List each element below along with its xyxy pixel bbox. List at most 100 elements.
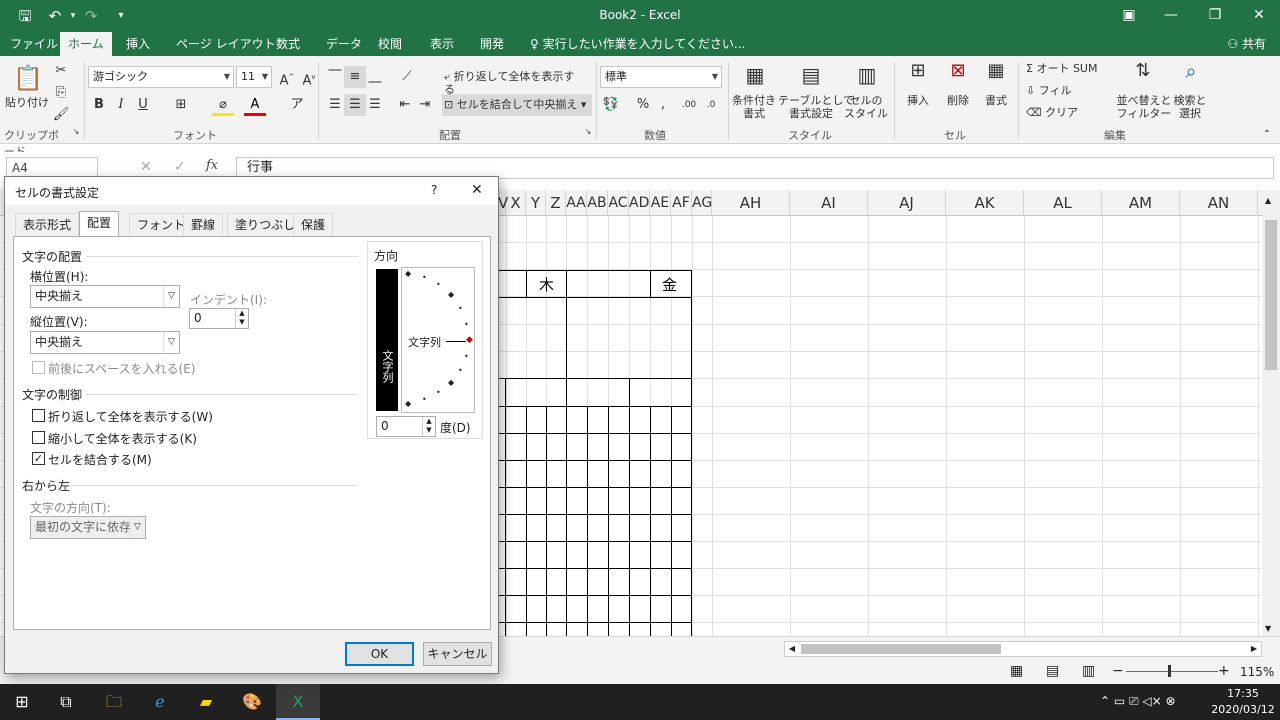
page-break-view-icon[interactable]: ▥ bbox=[1082, 663, 1095, 679]
column-header[interactable]: AF bbox=[671, 190, 692, 216]
file-explorer-icon[interactable]: 🗀 bbox=[92, 684, 136, 720]
tab-border[interactable]: 罫線 bbox=[183, 213, 224, 236]
column-header[interactable]: AL bbox=[1024, 190, 1102, 216]
column-header[interactable]: X bbox=[506, 190, 526, 216]
format-cells-icon[interactable]: ▦ bbox=[982, 60, 1010, 90]
orientation-dial[interactable]: ◆ • • ◆ • • 文字列 ◆ • • ◆ • • ◆ bbox=[401, 267, 475, 413]
zoom-in-icon[interactable]: + bbox=[1218, 663, 1230, 679]
column-header[interactable]: AC bbox=[608, 190, 629, 216]
number-format-select[interactable]: 標準 ▼ bbox=[600, 66, 722, 88]
column-header[interactable]: AE bbox=[650, 190, 671, 216]
font-color-icon[interactable]: A bbox=[244, 94, 266, 116]
scroll-left-icon[interactable]: ◀ bbox=[785, 642, 799, 656]
column-header[interactable]: AM bbox=[1102, 190, 1180, 216]
orientation-icon[interactable]: ⟋ bbox=[396, 66, 418, 88]
align-bottom-icon[interactable]: ⎽ bbox=[364, 66, 386, 88]
sort-filter-icon[interactable]: ⇅ bbox=[1128, 60, 1158, 90]
column-header[interactable]: AG bbox=[692, 190, 712, 216]
dialog-close-icon[interactable]: ✕ bbox=[471, 182, 483, 198]
accounting-format-icon[interactable]: 💱 bbox=[600, 94, 622, 116]
tab-insert[interactable]: 挿入 bbox=[120, 32, 156, 56]
cell-styles-icon[interactable]: ▥ bbox=[852, 60, 882, 90]
close-window-icon[interactable]: ✕ bbox=[1238, 0, 1280, 32]
dial-handle-icon[interactable]: ◆ bbox=[466, 335, 473, 345]
indent-spinner[interactable]: 0 ▲ ▼ bbox=[189, 308, 249, 329]
merge-cells-label[interactable]: セルを結合する(M) bbox=[48, 451, 152, 468]
insert-cells-icon[interactable]: ⊞ bbox=[904, 60, 932, 90]
vertical-text-button[interactable]: 文字列 bbox=[376, 269, 398, 411]
decrease-indent-icon[interactable]: ⇤ bbox=[394, 94, 416, 116]
tab-page-layout[interactable]: ページ レイアウト bbox=[170, 32, 282, 56]
align-top-icon[interactable]: ⎺ bbox=[324, 66, 346, 88]
sort-filter-label[interactable]: 並べ替えと フィルター bbox=[1116, 94, 1172, 120]
help-icon[interactable]: ? bbox=[431, 183, 437, 197]
paste-icon[interactable]: 📋 bbox=[12, 62, 44, 94]
decrease-font-size-icon[interactable]: Av bbox=[298, 66, 320, 88]
shrink-to-fit-label[interactable]: 縮小して全体を表示する(K) bbox=[48, 430, 197, 447]
scrollbar-thumb[interactable] bbox=[1265, 220, 1277, 370]
column-header[interactable]: AN bbox=[1180, 190, 1258, 216]
paste-button-label[interactable]: 貼り付け bbox=[4, 96, 50, 109]
page-layout-view-icon[interactable]: ▤ bbox=[1046, 663, 1059, 679]
tab-file[interactable]: ファイル bbox=[4, 32, 64, 56]
column-header[interactable]: V bbox=[498, 190, 508, 216]
cell-thursday[interactable]: 木 bbox=[539, 274, 554, 295]
tab-protection[interactable]: 保護 bbox=[293, 213, 334, 236]
column-header[interactable]: AJ bbox=[868, 190, 946, 216]
increase-decimal-icon[interactable]: .00 bbox=[678, 94, 700, 116]
fill-color-icon[interactable]: ⌀ bbox=[212, 94, 234, 116]
shrink-to-fit-checkbox[interactable] bbox=[32, 431, 45, 444]
increase-indent-icon[interactable]: ⇥ bbox=[414, 94, 436, 116]
clear-button[interactable]: ⌫ クリア bbox=[1026, 106, 1096, 119]
horizontal-scrollbar[interactable]: ◀ ▶ bbox=[784, 641, 1262, 657]
minimize-icon[interactable]: — bbox=[1150, 0, 1192, 32]
cell-styles-label[interactable]: セルの スタイル bbox=[842, 94, 890, 120]
edge-icon[interactable]: ℯ bbox=[138, 684, 182, 720]
scroll-right-icon[interactable]: ▶ bbox=[1247, 642, 1261, 656]
cancel-button[interactable]: キャンセル bbox=[423, 642, 492, 666]
tab-alignment[interactable]: 配置 bbox=[79, 211, 120, 237]
vertical-select[interactable]: 中央揃え ▽ bbox=[30, 331, 180, 354]
horizontal-select[interactable]: 中央揃え ▽ bbox=[30, 285, 180, 308]
format-as-table-label[interactable]: テーブルとして 書式設定 bbox=[778, 94, 854, 120]
tab-formulas[interactable]: 数式 bbox=[270, 32, 306, 56]
tray-icons[interactable]: ⌃ ▭ ⎚ ◁× ⊗ bbox=[1100, 694, 1176, 709]
spinner-arrows-icon[interactable]: ▲ ▼ bbox=[235, 309, 248, 328]
zoom-level[interactable]: 115% bbox=[1240, 665, 1274, 679]
align-center-icon[interactable]: ☰ bbox=[344, 94, 366, 116]
format-cells-label[interactable]: 書式 bbox=[976, 94, 1016, 107]
windows-start-icon[interactable]: ⊞ bbox=[0, 684, 44, 720]
column-header[interactable]: AH bbox=[712, 190, 790, 216]
cancel-entry-icon[interactable]: ✕ bbox=[140, 159, 152, 175]
tab-home[interactable]: ホーム bbox=[60, 32, 112, 56]
tell-me-search[interactable]: ♀ 実行したい作業を入力してください... bbox=[524, 32, 751, 56]
zoom-out-icon[interactable]: − bbox=[1112, 663, 1124, 679]
clock-time[interactable]: 17:35 bbox=[1214, 687, 1272, 700]
font-name-select[interactable]: 游ゴシック ▼ bbox=[88, 66, 234, 88]
format-painter-icon[interactable]: 🖌 bbox=[50, 104, 72, 126]
degrees-spinner[interactable]: 0 ▲ ▼ bbox=[376, 416, 436, 437]
find-select-icon[interactable]: ⌕ bbox=[1176, 60, 1206, 90]
column-header[interactable]: Y bbox=[526, 190, 546, 216]
percent-icon[interactable]: % bbox=[632, 94, 654, 116]
confirm-entry-icon[interactable]: ✓ bbox=[174, 159, 186, 175]
delete-cells-label[interactable]: 削除 bbox=[938, 94, 978, 107]
clipboard-launcher-icon[interactable]: ↘ bbox=[70, 126, 82, 138]
share-button[interactable]: ⚇ 共有 bbox=[1223, 34, 1270, 54]
ribbon-display-options-icon[interactable]: ▣ bbox=[1108, 0, 1150, 32]
spinner-arrows-icon[interactable]: ▲ ▼ bbox=[422, 417, 435, 436]
underline-icon[interactable]: U bbox=[132, 94, 154, 116]
ok-button[interactable]: OK bbox=[345, 642, 414, 666]
normal-view-icon[interactable]: ▦ bbox=[1010, 663, 1023, 679]
tab-review[interactable]: 校閲 bbox=[372, 32, 408, 56]
find-select-label[interactable]: 検索と 選択 bbox=[1170, 94, 1210, 120]
excel-taskbar-icon[interactable]: X bbox=[276, 684, 320, 720]
phonetic-icon[interactable]: ア bbox=[286, 94, 308, 116]
sticky-notes-icon[interactable]: ▰ bbox=[184, 684, 228, 720]
column-header[interactable]: AB bbox=[587, 190, 608, 216]
wrap-text-checkbox[interactable] bbox=[32, 409, 45, 422]
zoom-slider-thumb[interactable] bbox=[1168, 665, 1171, 677]
tab-data[interactable]: データ bbox=[320, 32, 368, 56]
bold-icon[interactable]: B bbox=[88, 94, 110, 116]
conditional-formatting-label[interactable]: 条件付き 書式 bbox=[730, 94, 778, 120]
